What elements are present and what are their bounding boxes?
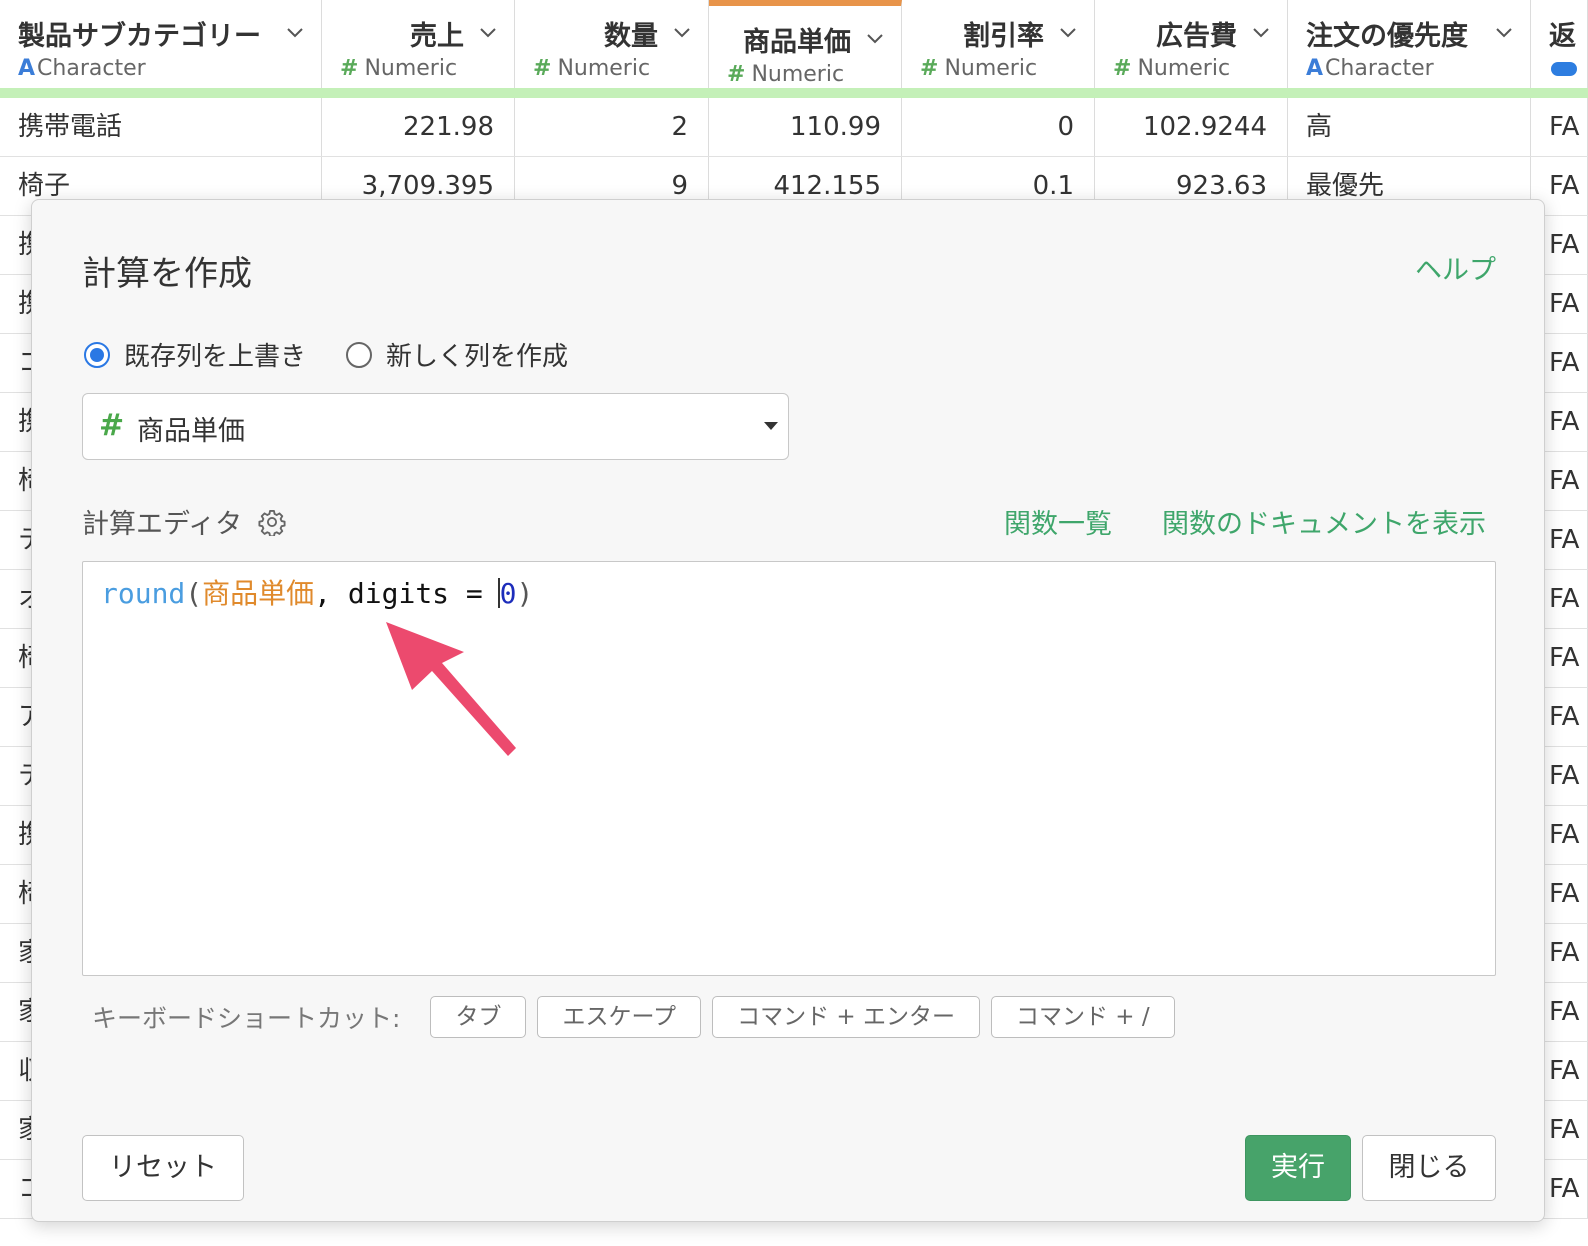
table-cell[interactable]: 102.9244 (1095, 98, 1288, 156)
gear-icon[interactable] (258, 508, 286, 536)
boolean-type-icon (1551, 62, 1577, 76)
column-type: # Numeric (727, 62, 844, 87)
grid-header: 製品サブカテゴリー ACharacter 売上 # Numeric 数量 # Numeric 商… (0, 0, 1588, 88)
column-header[interactable]: 製品サブカテゴリー ACharacter (0, 0, 322, 88)
code-argument-token: , digits = (314, 577, 500, 610)
character-type-icon: A (1306, 56, 1324, 81)
numeric-type-icon: # (1113, 56, 1132, 81)
column-type: # Numeric (340, 56, 457, 81)
calculation-editor[interactable]: round(商品単価, digits = 0) (82, 561, 1496, 976)
table-cell[interactable]: 110.99 (709, 98, 902, 156)
overwrite-column-radio[interactable]: 既存列を上書き (84, 336, 306, 373)
chevron-down-icon[interactable] (865, 28, 885, 48)
column-header[interactable]: 商品単価 # Numeric (709, 0, 902, 88)
chevron-down-icon[interactable] (478, 22, 498, 42)
shortcut-key-escape: エスケープ (537, 996, 702, 1038)
table-cell[interactable]: 221.98 (322, 98, 515, 156)
column-type-label: Numeric (944, 56, 1038, 81)
chevron-down-icon[interactable] (285, 22, 305, 42)
radio-checked-icon[interactable] (84, 341, 110, 368)
dropdown-caret-icon[interactable] (764, 422, 778, 430)
reset-button[interactable]: リセット (82, 1135, 244, 1201)
column-type-label: Numeric (751, 62, 845, 87)
column-header-title: 売上 (410, 21, 464, 52)
editor-code-line[interactable]: round(商品単価, digits = 0) (101, 576, 533, 612)
column-type-label: Numeric (1137, 56, 1231, 81)
column-type-label: Numeric (557, 56, 651, 81)
column-type-label: Character (1325, 56, 1434, 81)
column-header-title: 広告費 (1156, 21, 1237, 52)
table-cell[interactable]: 高 (1288, 98, 1531, 156)
column-type: # Numeric (533, 56, 650, 81)
column-header[interactable]: 売上 # Numeric (322, 0, 515, 88)
create-calculation-dialog: 計算を作成 ヘルプ 既存列を上書き 新しく列を作成 # 商品単価 計算エディタ … (31, 199, 1545, 1222)
column-header-title: 製品サブカテゴリー (18, 21, 261, 52)
table-cell[interactable]: 2 (515, 98, 709, 156)
column-header[interactable]: 返 (1531, 0, 1588, 88)
keyboard-shortcuts: キーボードショートカット: タブ エスケープ コマンド + エンター コマンド … (92, 996, 1186, 1038)
table-cell[interactable]: 0 (902, 98, 1095, 156)
function-list-link[interactable]: 関数一覧 (1004, 502, 1112, 541)
table-cell[interactable]: 携帯電話 (0, 98, 322, 156)
numeric-type-icon: # (99, 408, 125, 443)
code-function-token: round (101, 577, 186, 610)
numeric-type-icon: # (920, 56, 939, 81)
help-link[interactable]: ヘルプ (1415, 248, 1496, 287)
column-type-label: Character (37, 56, 146, 81)
mode-radio-group: 既存列を上書き 新しく列を作成 (84, 336, 608, 373)
column-header[interactable]: 数量 # Numeric (515, 0, 709, 88)
table-cell[interactable]: FA (1531, 98, 1588, 156)
new-column-radio[interactable]: 新しく列を作成 (346, 336, 568, 373)
column-type: ACharacter (18, 56, 146, 81)
run-button[interactable]: 実行 (1245, 1135, 1351, 1201)
dialog-title: 計算を作成 (82, 254, 252, 294)
column-type: # Numeric (1113, 56, 1230, 81)
column-header[interactable]: 注文の優先度 ACharacter (1288, 0, 1531, 88)
new-column-label: 新しく列を作成 (386, 342, 569, 372)
radio-unchecked-icon[interactable] (346, 341, 373, 368)
column-header-title: 商品単価 (743, 27, 851, 58)
overwrite-column-label: 既存列を上書き (124, 342, 307, 372)
table-row[interactable]: 携帯電話 221.98 2 110.99 0 102.9244 高 FA (0, 98, 1588, 157)
close-button[interactable]: 閉じる (1362, 1135, 1496, 1201)
editor-label-row: 計算エディタ (82, 502, 286, 541)
chevron-down-icon[interactable] (1251, 22, 1271, 42)
column-header-title: 注文の優先度 (1306, 21, 1468, 52)
column-header[interactable]: 割引率 # Numeric (902, 0, 1095, 88)
shortcut-key-tab: タブ (430, 996, 527, 1038)
shortcut-key-cmd-enter: コマンド + エンター (712, 996, 980, 1038)
column-header-title: 返 (1549, 21, 1576, 52)
chevron-down-icon[interactable] (672, 22, 692, 42)
editor-label: 計算エディタ (82, 509, 243, 540)
code-close-paren: ) (516, 577, 534, 610)
column-type: ACharacter (1306, 56, 1434, 81)
chevron-down-icon[interactable] (1058, 22, 1078, 42)
shortcuts-label: キーボードショートカット: (92, 1004, 401, 1033)
column-header-title: 数量 (604, 21, 658, 52)
code-open-paren: ( (185, 577, 203, 610)
numeric-type-icon: # (727, 62, 746, 87)
column-header-title: 割引率 (963, 21, 1044, 52)
column-type-label: Numeric (364, 56, 458, 81)
column-header[interactable]: 広告費 # Numeric (1095, 0, 1288, 88)
code-column-token: 商品単価 (202, 577, 315, 610)
shortcut-key-cmd-slash: コマンド + / (990, 996, 1175, 1038)
chevron-down-icon[interactable] (1494, 22, 1514, 42)
selected-column-value: 商品単価 (137, 416, 245, 447)
numeric-type-icon: # (533, 56, 552, 81)
numeric-type-icon: # (340, 56, 359, 81)
code-number-token: 0 (499, 577, 517, 610)
target-column-select[interactable]: # 商品単価 (82, 393, 789, 460)
character-type-icon: A (18, 56, 36, 81)
column-quality-bar (0, 88, 1588, 98)
column-type: # Numeric (920, 56, 1037, 81)
function-docs-link[interactable]: 関数のドキュメントを表示 (1162, 502, 1486, 541)
